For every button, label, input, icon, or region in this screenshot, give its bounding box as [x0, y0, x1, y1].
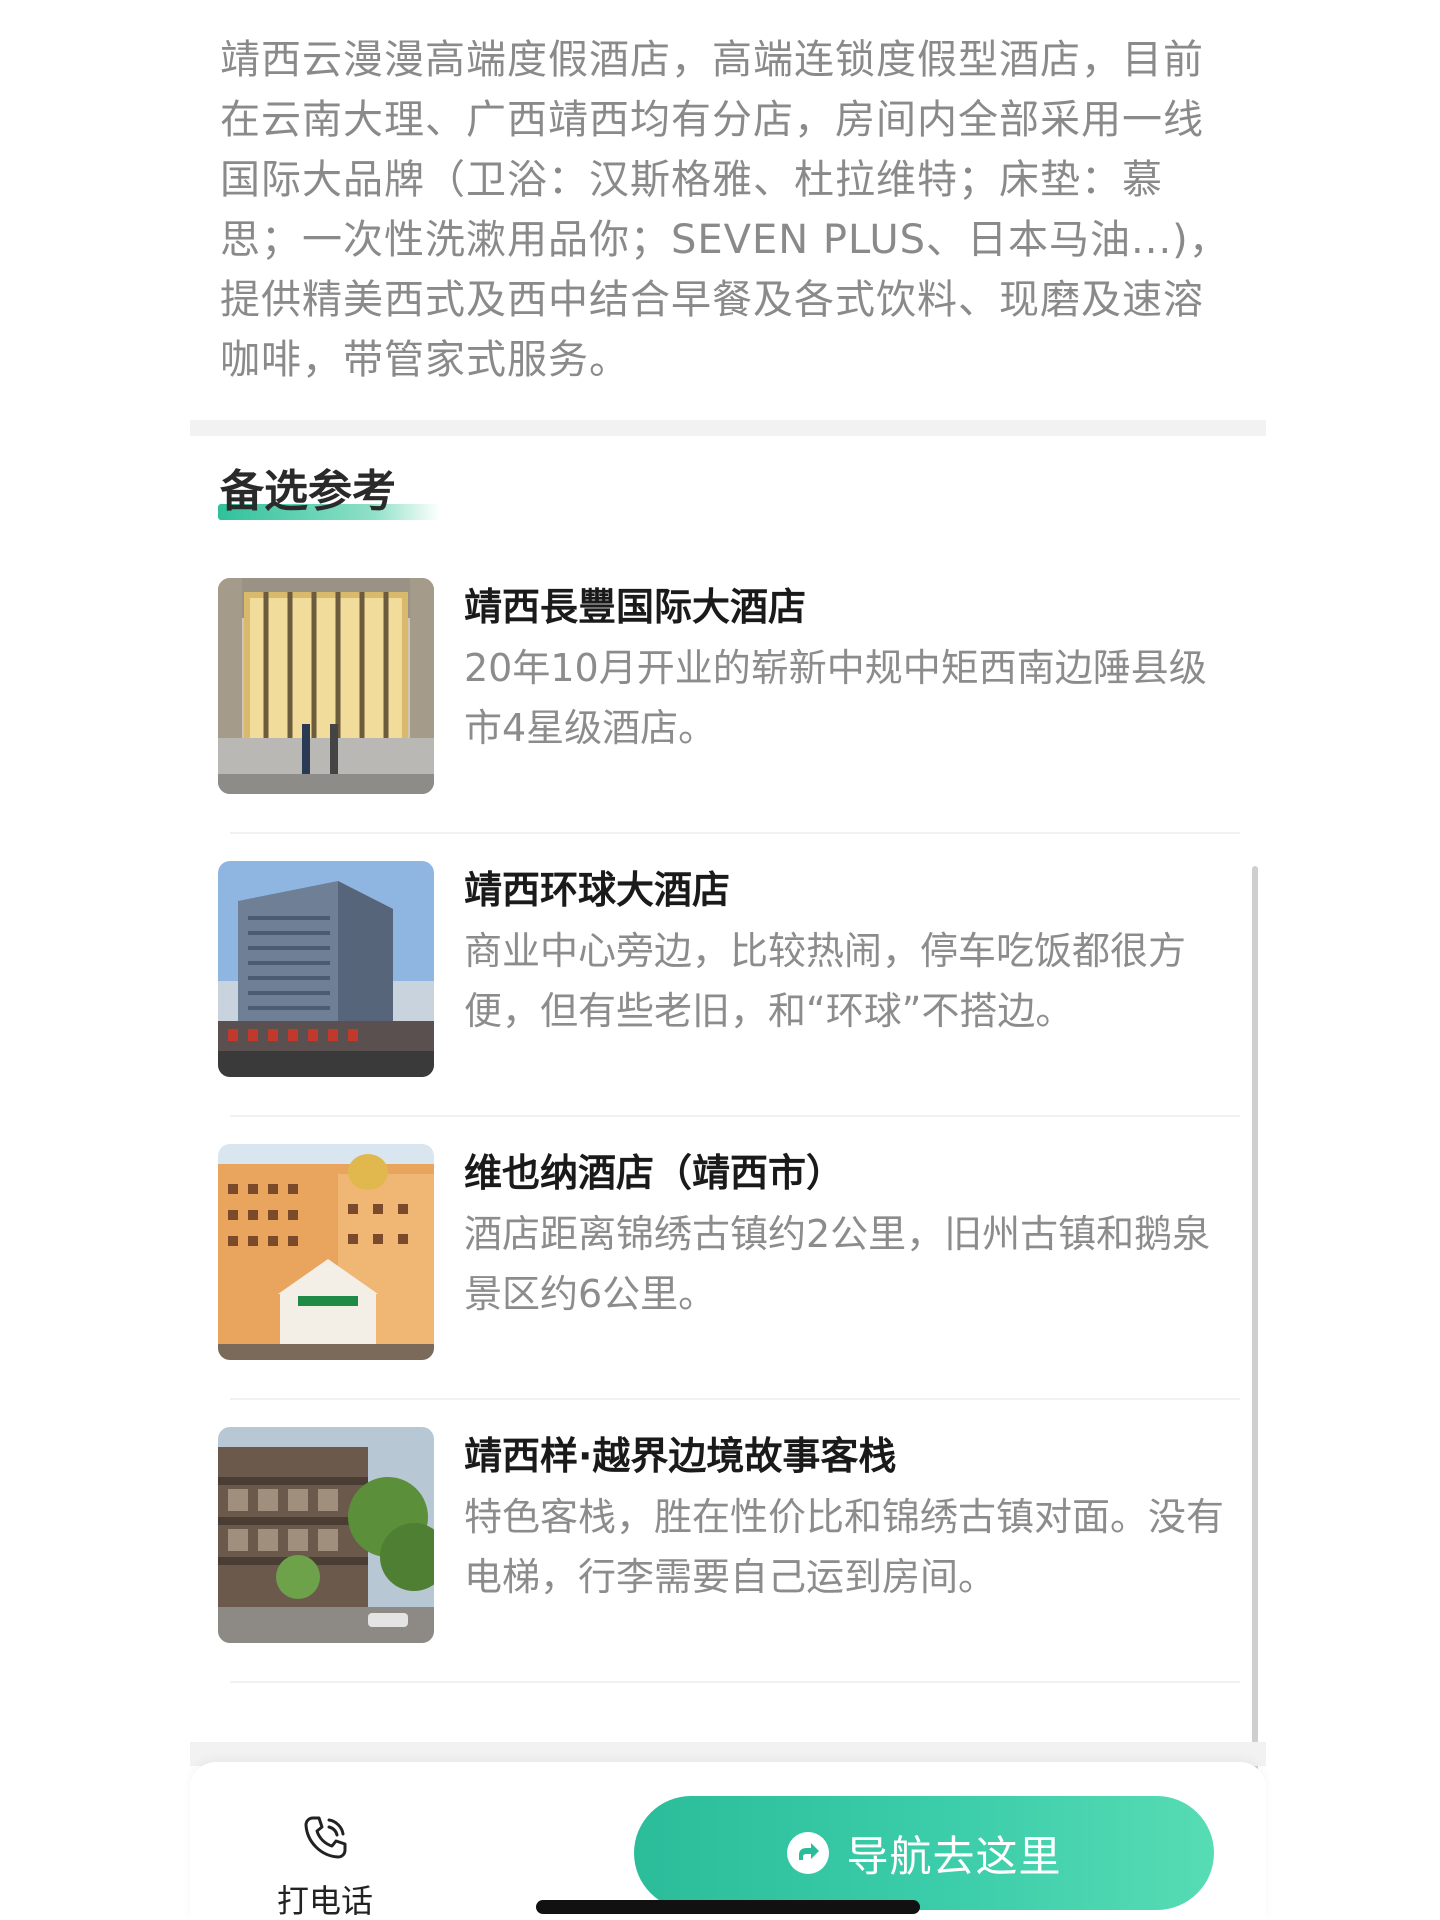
bottom-action-bar: 打电话 导航去这里	[190, 1762, 1266, 1920]
hotel-description: 20年10月开业的崭新中规中矩西南边陲县级市4星级酒店。	[464, 646, 1207, 750]
section-header: 备选参考	[218, 462, 440, 522]
hotel-thumbnail	[218, 861, 434, 1077]
hotel-item[interactable]: 维也纳酒店（靖西市） 酒店距离锦绣古镇约2公里，旧州古镇和鹅泉景区约6公里。	[218, 1144, 1240, 1427]
hotel-description: 商业中心旁边，比较热闹，停车吃饭都很方便，但有些老旧，和“环球”不搭边。	[464, 929, 1187, 1033]
hotel-item[interactable]: 靖西長豐国际大酒店 20年10月开业的崭新中规中矩西南边陲县级市4星级酒店。	[218, 578, 1240, 861]
hotel-name: 靖西环球大酒店	[464, 868, 731, 912]
hotel-text: 靖西長豐国际大酒店 20年10月开业的崭新中规中矩西南边陲县级市4星级酒店。	[464, 578, 1244, 758]
hotel-list: 靖西長豐国际大酒店 20年10月开业的崭新中规中矩西南边陲县级市4星级酒店。 靖…	[218, 578, 1240, 1710]
call-button[interactable]: 打电话	[270, 1812, 380, 1920]
item-separator	[230, 1398, 1240, 1400]
navigate-button[interactable]: 导航去这里	[634, 1796, 1214, 1910]
hotel-thumbnail	[218, 578, 434, 794]
hotel-thumbnail	[218, 1144, 434, 1360]
item-separator	[230, 832, 1240, 834]
hotel-item[interactable]: 靖西样·越界边境故事客栈 特色客栈，胜在性价比和锦绣古镇对面。没有电梯，行李需要…	[218, 1427, 1240, 1710]
hotel-name: 靖西長豐国际大酒店	[464, 585, 807, 629]
hotel-text: 维也纳酒店（靖西市） 酒店距离锦绣古镇约2公里，旧州古镇和鹅泉景区约6公里。	[464, 1144, 1244, 1324]
hotel-name: 维也纳酒店（靖西市）	[464, 1151, 845, 1195]
hotel-text: 靖西样·越界边境故事客栈 特色客栈，胜在性价比和锦绣古镇对面。没有电梯，行李需要…	[464, 1427, 1244, 1607]
item-separator	[230, 1681, 1240, 1683]
hotel-name: 靖西样·越界边境故事客栈	[464, 1434, 897, 1478]
scrollbar[interactable]	[1252, 866, 1258, 1820]
navigate-arrow-icon	[787, 1832, 830, 1874]
intro-paragraph: 靖西云漫漫高端度假酒店，高端连锁度假型酒店，目前在云南大理、广西靖西均有分店，房…	[220, 37, 1230, 383]
call-label: 打电话	[276, 1882, 373, 1920]
hotel-item[interactable]: 靖西环球大酒店 商业中心旁边，比较热闹，停车吃饭都很方便，但有些老旧，和“环球”…	[218, 861, 1240, 1144]
section-title: 备选参考	[220, 466, 396, 517]
screen: 靖西云漫漫高端度假酒店，高端连锁度假型酒店，目前在云南大理、广西靖西均有分店，房…	[0, 0, 1440, 1920]
phone-icon	[304, 1816, 347, 1859]
hotel-thumbnail	[218, 1427, 434, 1643]
content-area: 靖西云漫漫高端度假酒店，高端连锁度假型酒店，目前在云南大理、广西靖西均有分店，房…	[190, 0, 1266, 1920]
navigate-label: 导航去这里	[846, 1831, 1062, 1881]
section-divider	[190, 420, 1266, 436]
home-indicator[interactable]	[536, 1900, 920, 1914]
hotel-description: 特色客栈，胜在性价比和锦绣古镇对面。没有电梯，行李需要自己运到房间。	[464, 1495, 1225, 1599]
hotel-description: 酒店距离锦绣古镇约2公里，旧州古镇和鹅泉景区约6公里。	[464, 1212, 1211, 1316]
hotel-text: 靖西环球大酒店 商业中心旁边，比较热闹，停车吃饭都很方便，但有些老旧，和“环球”…	[464, 861, 1244, 1041]
item-separator	[230, 1115, 1240, 1117]
